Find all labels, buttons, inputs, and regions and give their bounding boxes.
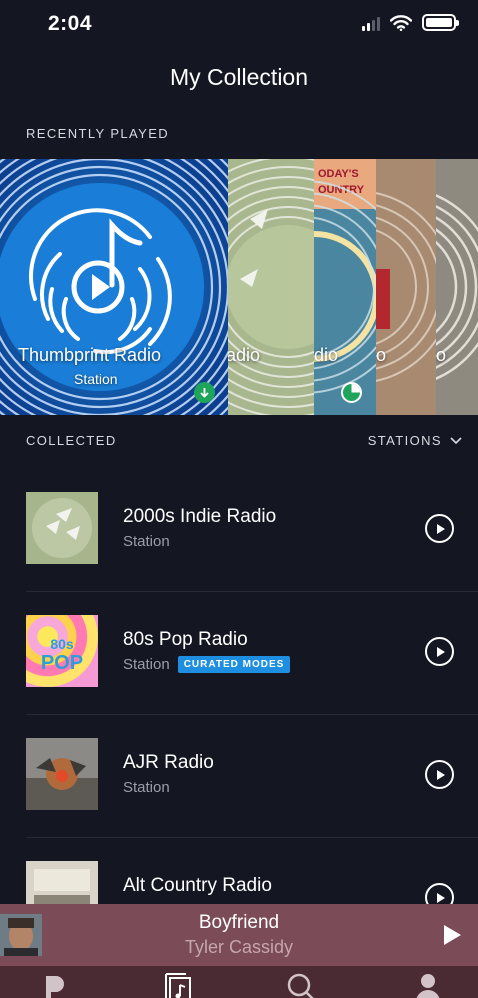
album-art: 80s POP <box>26 615 98 687</box>
tab-bar <box>0 966 478 998</box>
list-item-title: AJR Radio <box>123 752 214 773</box>
recent-card-art <box>376 159 436 415</box>
recently-played-carousel[interactable]: Thumbprint Radio Station adio ODAY'S OUN… <box>0 159 478 415</box>
list-item[interactable]: AJR Radio Station <box>0 714 478 837</box>
recent-card-subtitle: Station <box>74 371 118 387</box>
recent-card-title: o <box>376 345 387 365</box>
play-button[interactable] <box>425 637 454 666</box>
now-playing-play-button[interactable] <box>442 924 462 946</box>
chevron-down-icon <box>450 436 462 444</box>
recent-card-title: dio <box>314 345 339 365</box>
recent-card-art: ODAY'S OUNTRY <box>314 159 376 415</box>
wifi-icon <box>390 14 412 31</box>
list-item-subtitle: Station CURATED MODES <box>123 656 291 673</box>
list-item[interactable]: 2000s Indie Radio Station <box>0 468 478 591</box>
tab-search[interactable] <box>286 972 316 998</box>
play-icon <box>436 892 445 903</box>
now-playing-bar[interactable]: Boyfriend Tyler Cassidy <box>0 904 478 966</box>
status-icons <box>362 14 459 31</box>
sort-filter-label: STATIONS <box>367 433 442 448</box>
recent-card-2[interactable]: adio <box>228 159 314 415</box>
recent-card-art <box>436 159 478 415</box>
recent-card-title: o <box>436 345 447 365</box>
now-playing-artist: Tyler Cassidy <box>184 937 294 957</box>
collected-label: COLLECTED <box>26 433 117 448</box>
list-item-subtitle: Station <box>123 779 170 796</box>
recent-card-art <box>228 159 314 415</box>
list-item-subtitle: Station <box>123 533 170 550</box>
list-item-title: 80s Pop Radio <box>123 629 248 650</box>
status-time: 2:04 <box>48 12 93 35</box>
status-bar: 2:04 <box>0 0 478 50</box>
recent-card-thumbprint-radio[interactable]: Thumbprint Radio Station <box>0 159 228 415</box>
recent-card-4[interactable]: o <box>376 159 436 415</box>
battery-icon <box>422 14 459 31</box>
download-progress-icon <box>341 382 362 403</box>
tab-browse[interactable] <box>42 972 68 998</box>
now-playing-title: Boyfriend <box>198 912 280 933</box>
album-art <box>26 492 98 564</box>
album-art-text: 80s <box>50 636 74 652</box>
play-icon <box>436 523 445 534</box>
recent-card-3[interactable]: ODAY'S OUNTRY dio <box>314 159 376 415</box>
tab-my-collection[interactable] <box>163 972 193 998</box>
recently-played-label: RECENTLY PLAYED <box>26 126 170 141</box>
album-art-text: POP <box>41 652 83 674</box>
recent-card-5[interactable]: o <box>436 159 478 415</box>
page-title: My Collection <box>169 64 309 90</box>
album-art <box>26 738 98 810</box>
list-item-title: Alt Country Radio <box>123 875 272 896</box>
list-item[interactable]: 80s POP 80s Pop Radio Station CURATED MO… <box>0 591 478 714</box>
downloaded-icon <box>194 382 215 403</box>
play-icon <box>436 769 445 780</box>
recent-card-title: Thumbprint Radio <box>18 345 162 365</box>
curated-modes-badge: CURATED MODES <box>177 656 291 673</box>
play-icon <box>436 646 445 657</box>
recent-card-title: adio <box>228 345 261 365</box>
cellular-signal-icon <box>362 15 380 31</box>
play-button[interactable] <box>425 760 454 789</box>
svg-text:OUNTRY: OUNTRY <box>318 184 365 196</box>
list-item-title: 2000s Indie Radio <box>123 506 277 527</box>
tab-profile[interactable] <box>414 972 442 998</box>
play-button[interactable] <box>425 514 454 543</box>
sort-filter-dropdown[interactable]: STATIONS <box>368 433 462 448</box>
svg-text:ODAY'S: ODAY'S <box>318 168 359 180</box>
